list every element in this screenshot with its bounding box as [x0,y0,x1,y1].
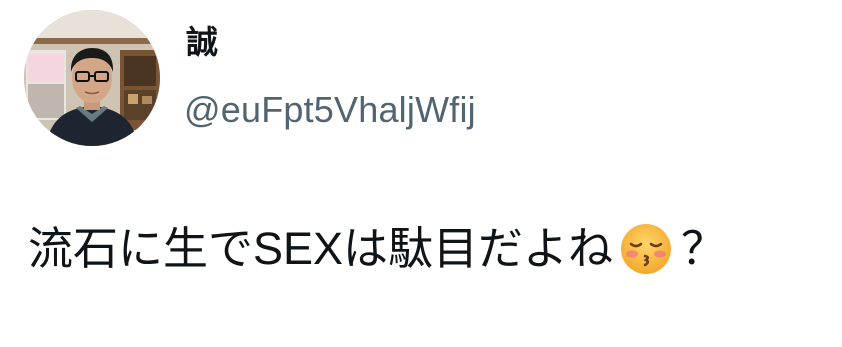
tweet-text-main: 流石に生でSEXは駄目だよね [28,223,614,274]
kissing-face-with-closed-eyes-emoji-icon [619,222,673,276]
profile-photo-image [24,10,160,146]
author-handle[interactable]: @euFpt5VhaljWfij [184,92,476,128]
tweet-text-end: ？ [681,223,727,274]
tweet-card: 誠 @euFpt5VhaljWfij 流石に生でSEXは駄目だよね ？ [0,0,842,347]
tweet-text: 流石に生でSEXは駄目だよね ？ [28,222,726,276]
avatar[interactable] [24,10,160,146]
author-display-name[interactable]: 誠 [186,26,218,58]
